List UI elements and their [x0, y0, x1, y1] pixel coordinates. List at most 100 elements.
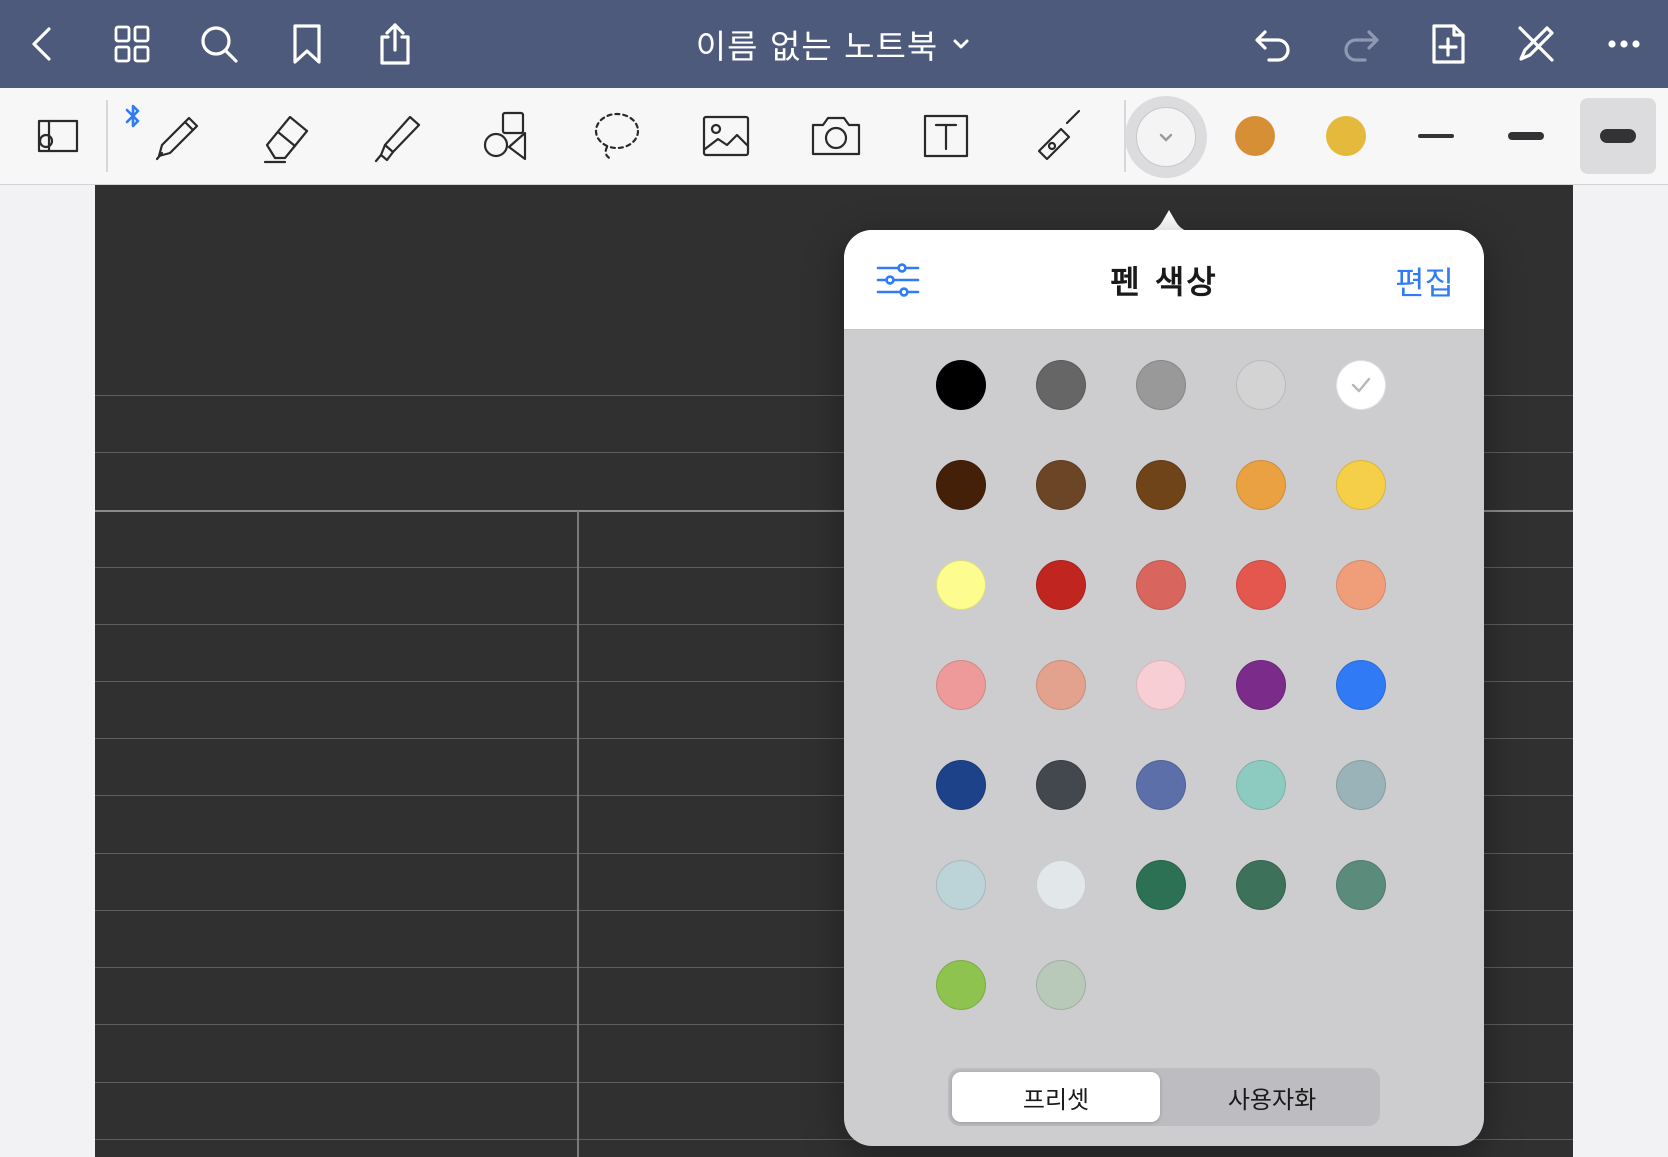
chevron-down-icon — [953, 39, 969, 49]
shapes-tool-button[interactable] — [466, 96, 546, 176]
camera-icon — [811, 116, 861, 156]
popover-arrow — [1144, 204, 1194, 232]
color-swatch[interactable] — [1336, 760, 1386, 810]
popover-title: 펜 색상 — [1110, 263, 1218, 301]
color-swatch[interactable] — [1036, 660, 1086, 710]
color-swatch[interactable] — [1236, 560, 1286, 610]
color-swatch[interactable] — [1236, 360, 1286, 410]
color-swatch[interactable] — [1336, 560, 1386, 610]
text-box-icon — [923, 114, 969, 158]
popover-header: 펜 색상 편집 — [844, 230, 1484, 330]
more-icon — [1608, 40, 1640, 48]
pen-tool-button[interactable] — [136, 96, 216, 176]
pen-icon — [155, 116, 199, 161]
eraser-icon — [263, 115, 309, 164]
search-icon — [201, 26, 238, 63]
color-dot — [1235, 116, 1275, 156]
laser-pointer-tool-button[interactable] — [1016, 96, 1096, 176]
color-swatch[interactable] — [1136, 860, 1186, 910]
highlighter-tool-button[interactable] — [356, 96, 436, 176]
color-swatch[interactable] — [1036, 460, 1086, 510]
top-navigation-bar: 이름 없는 노트북 — [0, 0, 1668, 88]
segment-custom[interactable]: 사용자화 — [1168, 1072, 1376, 1122]
edit-button[interactable]: 편집 — [1395, 258, 1454, 304]
color-swatch[interactable] — [1036, 960, 1086, 1010]
color-swatch[interactable] — [936, 660, 986, 710]
color-swatch[interactable] — [1136, 760, 1186, 810]
read-only-mode-icon — [37, 119, 79, 153]
color-swatch[interactable] — [1036, 760, 1086, 810]
color-swatch[interactable] — [1336, 660, 1386, 710]
color-swatch[interactable] — [1336, 360, 1386, 410]
redo-icon — [1344, 30, 1379, 62]
color-swatch[interactable] — [1136, 560, 1186, 610]
active-color-swatch — [1136, 107, 1196, 167]
color-swatch[interactable] — [936, 460, 986, 510]
margin-line — [577, 511, 579, 1157]
share-icon — [380, 23, 410, 65]
color-swatch[interactable] — [1036, 360, 1086, 410]
add-page-icon — [1432, 24, 1465, 64]
bookmark-button[interactable] — [277, 14, 337, 74]
color-slot-orange[interactable] — [1229, 110, 1281, 162]
search-button[interactable] — [189, 14, 249, 74]
camera-tool-button[interactable] — [796, 96, 876, 176]
laser-pointer-icon — [1037, 109, 1081, 161]
color-swatch[interactable] — [1036, 560, 1086, 610]
color-swatch[interactable] — [936, 960, 986, 1010]
tool-bar — [0, 88, 1668, 185]
color-swatch[interactable] — [1336, 460, 1386, 510]
stroke-width-thick[interactable] — [1580, 98, 1656, 174]
thumbnails-button[interactable] — [102, 14, 162, 74]
color-mode-segmented-control: 프리셋 사용자화 — [948, 1068, 1380, 1126]
color-swatch[interactable] — [936, 560, 986, 610]
lasso-tool-button[interactable] — [576, 96, 656, 176]
color-swatch[interactable] — [1236, 760, 1286, 810]
share-button[interactable] — [365, 14, 425, 74]
undo-icon — [1255, 30, 1290, 62]
stroke-width-bar — [1600, 129, 1636, 143]
stroke-width-bar — [1508, 132, 1544, 140]
color-swatch[interactable] — [1236, 660, 1286, 710]
undo-button[interactable] — [1243, 14, 1303, 74]
color-swatch[interactable] — [1336, 860, 1386, 910]
back-button[interactable] — [12, 14, 72, 74]
color-swatch[interactable] — [1236, 460, 1286, 510]
color-swatch[interactable] — [936, 760, 986, 810]
bookmark-icon — [293, 24, 321, 64]
color-slot-yellow[interactable] — [1320, 110, 1372, 162]
segment-presets[interactable]: 프리셋 — [952, 1072, 1160, 1122]
shapes-icon — [483, 111, 527, 161]
grid-icon — [114, 25, 150, 63]
color-swatch[interactable] — [936, 860, 986, 910]
image-icon — [702, 115, 750, 157]
highlighter-icon — [374, 115, 421, 163]
stroke-width-fine[interactable] — [1398, 98, 1474, 174]
lasso-icon — [594, 112, 640, 161]
notebook-title-button[interactable]: 이름 없는 노트북 — [696, 20, 973, 68]
color-swatch[interactable] — [1136, 660, 1186, 710]
stroke-width-bar — [1418, 134, 1454, 138]
active-color-slot[interactable] — [1125, 96, 1207, 178]
pencil-off-icon — [1518, 26, 1554, 62]
color-swatch[interactable] — [1136, 360, 1186, 410]
color-settings-button[interactable] — [874, 256, 922, 304]
add-page-button[interactable] — [1418, 14, 1478, 74]
chevron-left-icon — [32, 27, 51, 61]
read-only-mode-button[interactable] — [18, 96, 98, 176]
more-button[interactable] — [1594, 14, 1654, 74]
image-tool-button[interactable] — [686, 96, 766, 176]
color-swatch[interactable] — [1136, 460, 1186, 510]
eraser-tool-button[interactable] — [246, 96, 326, 176]
sliders-icon — [876, 263, 920, 297]
pencil-off-button[interactable] — [1506, 14, 1566, 74]
chevron-down-icon — [1159, 133, 1173, 142]
color-swatch[interactable] — [1236, 860, 1286, 910]
pen-color-popover: 펜 색상 편집 프리셋 사용자화 — [844, 230, 1484, 1146]
redo-button[interactable] — [1331, 14, 1391, 74]
notebook-title: 이름 없는 노트북 — [695, 27, 939, 66]
color-swatch[interactable] — [936, 360, 986, 410]
color-swatch[interactable] — [1036, 860, 1086, 910]
stroke-width-medium[interactable] — [1488, 98, 1564, 174]
text-tool-button[interactable] — [906, 96, 986, 176]
